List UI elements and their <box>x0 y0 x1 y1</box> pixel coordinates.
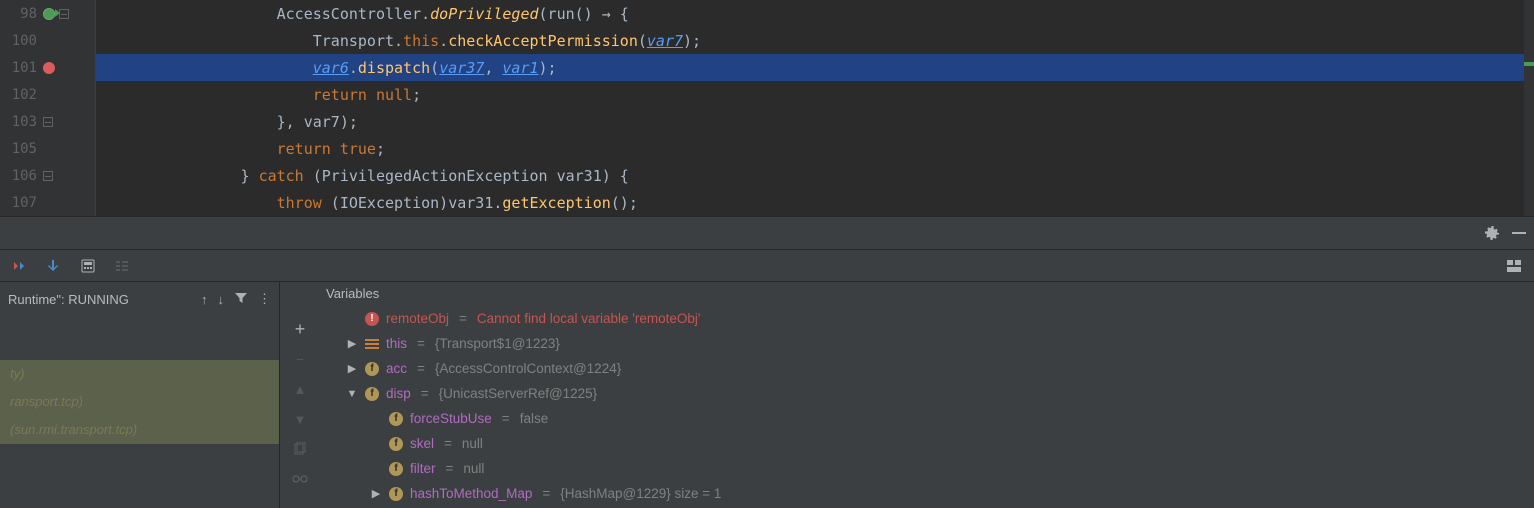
field-icon: f <box>388 411 404 427</box>
field-icon: f <box>364 361 380 377</box>
this-icon <box>364 336 380 352</box>
variable-row[interactable]: fforceStubUse = false <box>316 406 1534 431</box>
gutter-line[interactable]: 98 <box>0 0 95 27</box>
calculator-icon[interactable] <box>80 258 96 274</box>
arrow-up-icon[interactable]: ↑ <box>201 292 208 307</box>
minus-icon[interactable]: − <box>291 350 309 368</box>
variables-rail: + − ▲ ▼ <box>286 282 314 508</box>
frame-item[interactable]: ty) <box>0 360 279 388</box>
variable-value: false <box>520 411 549 426</box>
debug-body: Runtime": RUNNING ↑ ↓ ⋮ ty)ransport.tcp)… <box>0 282 1534 508</box>
variable-row[interactable]: ▶fhashToMethod_Map = {HashMap@1229} size… <box>316 481 1534 506</box>
variable-row[interactable]: ▶this = {Transport$1@1223} <box>316 331 1534 356</box>
debug-toolbar <box>0 250 1534 282</box>
down-icon[interactable]: ▼ <box>291 410 309 428</box>
funnel-icon[interactable] <box>234 291 248 308</box>
variable-name: this <box>386 336 407 351</box>
arrow-down-icon[interactable]: ↓ <box>218 292 225 307</box>
fold-icon[interactable] <box>43 171 53 181</box>
step-into-icon[interactable] <box>46 258 62 274</box>
frames-panel: Runtime": RUNNING ↑ ↓ ⋮ ty)ransport.tcp)… <box>0 282 280 508</box>
frame-item[interactable]: (sun.rmi.transport.tcp) <box>0 416 279 444</box>
variable-value: {Transport$1@1223} <box>435 336 560 351</box>
variables-title: Variables <box>316 282 1534 306</box>
variable-row[interactable]: !remoteObj = Cannot find local variable … <box>316 306 1534 331</box>
variable-row[interactable]: ffilter = null <box>316 456 1534 481</box>
glasses-icon[interactable] <box>291 470 309 488</box>
minimize-icon[interactable] <box>1512 226 1526 240</box>
variable-value: {UnicastServerRef@1225} <box>439 386 598 401</box>
variable-value: {AccessControlContext@1224} <box>435 361 621 376</box>
list-icon[interactable] <box>114 258 130 274</box>
up-icon[interactable]: ▲ <box>291 380 309 398</box>
overview-mark[interactable] <box>1524 62 1534 66</box>
expand-arrow-icon[interactable]: ▼ <box>346 388 358 400</box>
variable-value: null <box>462 436 483 451</box>
gutter-line[interactable]: 102 <box>0 81 95 108</box>
editor-overview-ruler[interactable] <box>1524 0 1534 216</box>
code-line[interactable]: AccessController.doPrivileged(run() → { <box>96 0 1534 27</box>
execution-point-icon[interactable] <box>43 8 55 20</box>
gutter-line[interactable]: 101 <box>0 54 95 81</box>
breakpoint-icon[interactable] <box>43 62 55 74</box>
frames-list[interactable]: ty)ransport.tcp)(sun.rmi.transport.tcp) <box>0 316 279 508</box>
step-shuffle-icon[interactable] <box>12 258 28 274</box>
code-line[interactable]: Transport.this.checkAcceptPermission(var… <box>96 27 1534 54</box>
variable-row[interactable]: ▶facc = {AccessControlContext@1224} <box>316 356 1534 381</box>
add-watch-icon[interactable]: + <box>291 320 309 338</box>
code-line[interactable]: return true; <box>96 135 1534 162</box>
more-icon[interactable]: ⋮ <box>258 291 271 307</box>
panel-header-bar <box>0 216 1534 250</box>
variables-tree[interactable]: !remoteObj = Cannot find local variable … <box>316 306 1534 508</box>
fold-icon[interactable] <box>43 117 53 127</box>
gear-icon[interactable] <box>1484 225 1500 241</box>
code-line[interactable]: }, var7); <box>96 108 1534 135</box>
variable-name: disp <box>386 386 411 401</box>
code-line[interactable]: } catch (PrivilegedActionException var31… <box>96 162 1534 189</box>
variable-value: {HashMap@1229} size = 1 <box>560 486 721 501</box>
field-icon: f <box>388 436 404 452</box>
frame-item[interactable] <box>0 316 279 360</box>
variable-name: remoteObj <box>386 311 449 326</box>
variable-value: Cannot find local variable 'remoteObj' <box>477 311 701 326</box>
editor-gutter: 98100101102103105106107 <box>0 0 96 216</box>
gutter-line[interactable]: 106 <box>0 162 95 189</box>
field-icon: f <box>364 386 380 402</box>
gutter-line[interactable]: 103 <box>0 108 95 135</box>
field-icon: f <box>388 486 404 502</box>
field-icon: f <box>388 461 404 477</box>
variable-name: skel <box>410 436 434 451</box>
copy-icon[interactable] <box>291 440 309 458</box>
variable-name: filter <box>410 461 436 476</box>
variable-name: forceStubUse <box>410 411 492 426</box>
variable-name: acc <box>386 361 407 376</box>
variable-row[interactable]: ▼fdisp = {UnicastServerRef@1225} <box>316 381 1534 406</box>
variable-row[interactable]: fskel = null <box>316 431 1534 456</box>
frame-item[interactable]: ransport.tcp) <box>0 388 279 416</box>
expand-arrow-icon[interactable]: ▶ <box>346 337 358 350</box>
editor: 98100101102103105106107 AccessController… <box>0 0 1534 216</box>
error-icon: ! <box>364 311 380 327</box>
variable-value: null <box>463 461 484 476</box>
editor-code[interactable]: AccessController.doPrivileged(run() → { … <box>96 0 1534 216</box>
expand-arrow-icon[interactable]: ▶ <box>370 487 382 500</box>
frames-status: Runtime": RUNNING <box>8 292 129 307</box>
layout-icon[interactable] <box>1506 258 1522 274</box>
gutter-line[interactable]: 100 <box>0 27 95 54</box>
expand-arrow-icon[interactable]: ▶ <box>346 362 358 375</box>
gutter-line[interactable]: 105 <box>0 135 95 162</box>
variables-panel: Variables !remoteObj = Cannot find local… <box>316 282 1534 508</box>
code-line[interactable]: throw (IOException)var31.getException(); <box>96 189 1534 216</box>
code-line[interactable]: var6.dispatch(var37, var1); <box>96 54 1534 81</box>
variable-name: hashToMethod_Map <box>410 486 532 501</box>
frames-header: Runtime": RUNNING ↑ ↓ ⋮ <box>0 282 279 316</box>
code-line[interactable]: return null; <box>96 81 1534 108</box>
gutter-line[interactable]: 107 <box>0 189 95 216</box>
fold-icon[interactable] <box>59 9 69 19</box>
